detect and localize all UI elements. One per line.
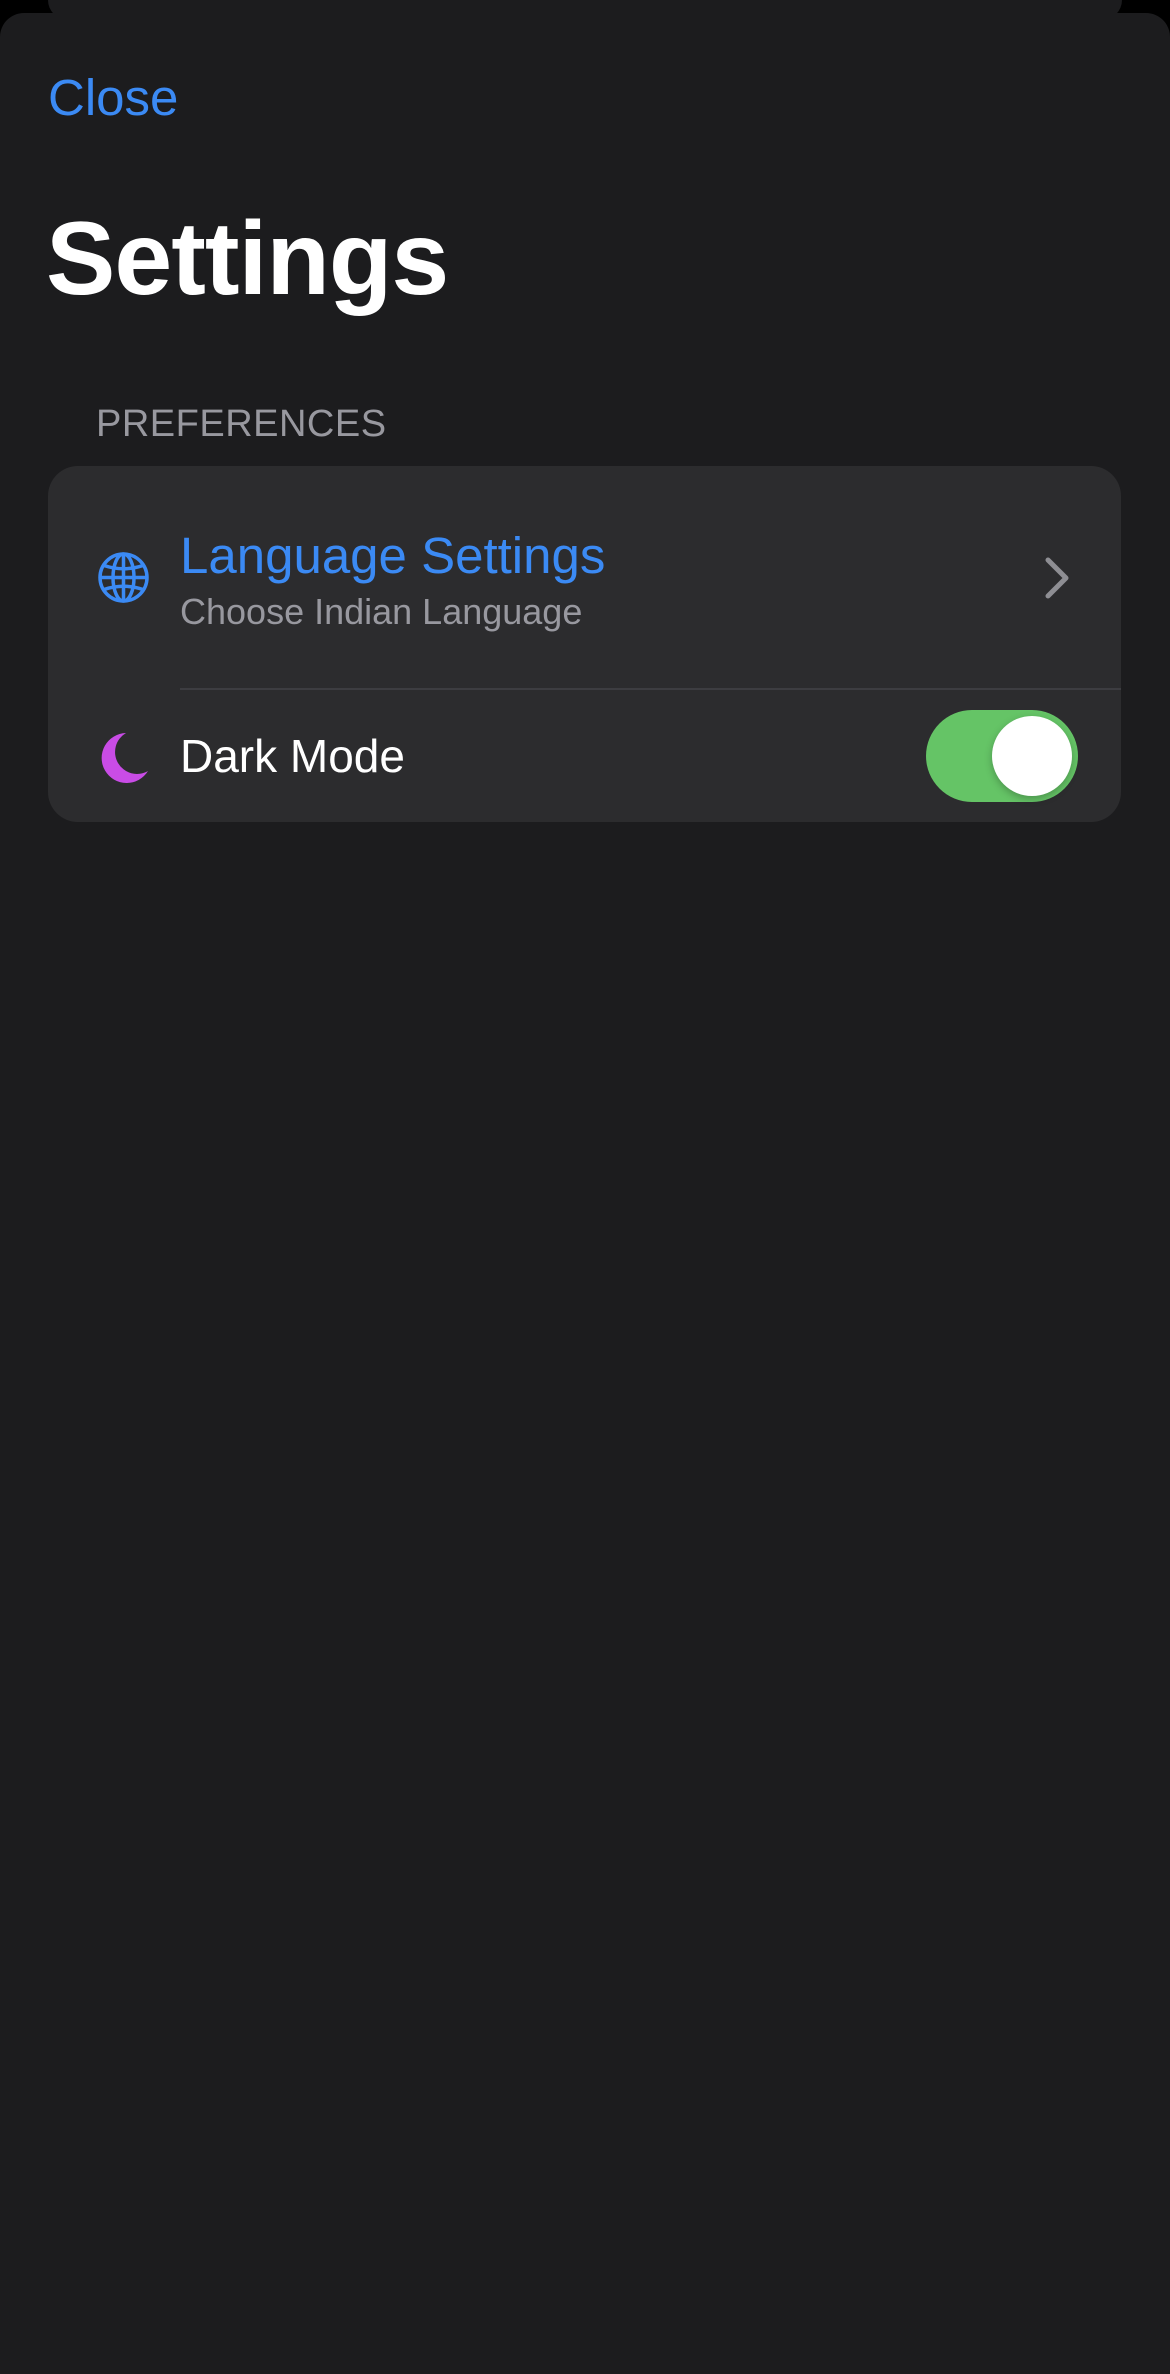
globe-icon <box>98 552 149 603</box>
close-button[interactable]: Close <box>48 68 178 128</box>
language-settings-subtitle: Choose Indian Language <box>180 591 583 632</box>
preferences-group: Language Settings Choose Indian Language… <box>48 466 1121 822</box>
dark-mode-toggle[interactable] <box>926 710 1078 802</box>
toggle-knob <box>992 716 1072 796</box>
section-header-preferences: PREFERENCES <box>96 403 387 445</box>
dark-mode-label: Dark Mode <box>180 730 405 782</box>
settings-sheet: Close Settings PREFERENCES Language Sett… <box>0 13 1170 2374</box>
page-title: Settings <box>46 201 449 317</box>
moon-icon <box>101 733 148 783</box>
language-settings-title: Language Settings <box>180 527 606 584</box>
chevron-right-icon <box>1045 557 1069 599</box>
dark-mode-row: Dark Mode <box>48 690 1121 822</box>
language-settings-row[interactable]: Language Settings Choose Indian Language <box>48 466 1121 689</box>
